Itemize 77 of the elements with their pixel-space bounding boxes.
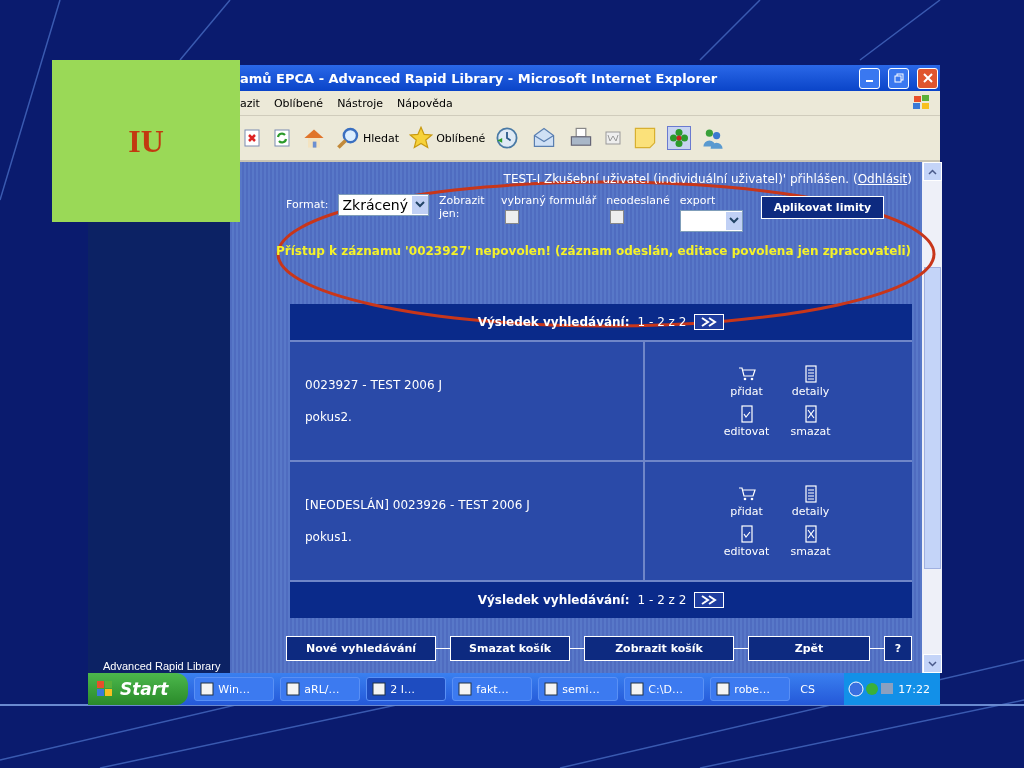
record-note: pokus2. bbox=[305, 410, 353, 424]
taskbar-button[interactable]: semi… bbox=[538, 677, 619, 701]
action-link[interactable]: smazat bbox=[790, 425, 831, 438]
format-dropdown[interactable]: Zkrácený bbox=[338, 194, 429, 216]
double-arrow-icon bbox=[700, 317, 719, 327]
taskbar-button[interactable]: robe… bbox=[710, 677, 791, 701]
action-link[interactable]: přidat bbox=[730, 385, 763, 398]
window-icon bbox=[372, 682, 387, 696]
action-button[interactable]: Zobrazit košík bbox=[584, 636, 734, 661]
action-link[interactable]: smazat bbox=[790, 545, 831, 558]
result-range: 1 - 2 z 2 bbox=[637, 593, 687, 607]
toolbar-button[interactable]: Hledat bbox=[336, 126, 400, 150]
action-link[interactable]: detaily bbox=[791, 505, 830, 518]
scroll-up-icon bbox=[927, 168, 937, 175]
toolbar-button[interactable]: Oblíbené bbox=[409, 126, 486, 150]
action-link[interactable]: detaily bbox=[791, 385, 830, 398]
windows-flag-icon bbox=[96, 680, 114, 698]
window-title: amů EPCA - Advanced Rapid Library - Microsoft Internet Explorer bbox=[240, 70, 719, 86]
menu-item[interactable]: Oblíbené bbox=[273, 96, 324, 110]
window-icon bbox=[716, 682, 731, 696]
result-label: Výsledek vyhledávání: bbox=[477, 593, 630, 607]
minimize-button[interactable] bbox=[859, 67, 880, 89]
flower-icon[interactable] bbox=[669, 128, 690, 148]
action-button[interactable]: Zpět bbox=[748, 636, 870, 661]
record-title: [NEODESLÁN] 0023926 - TEST 2006 J bbox=[305, 498, 531, 512]
windows-flag-icon bbox=[912, 94, 932, 112]
scrollbar[interactable] bbox=[922, 162, 942, 673]
apply-limits-button[interactable]: Aplikovat limity bbox=[760, 196, 885, 219]
show-label: Zobrazit jen: bbox=[439, 194, 486, 220]
next-page-button[interactable] bbox=[694, 592, 725, 608]
taskbar-button[interactable]: 2 I… bbox=[366, 677, 447, 701]
minimize-icon bbox=[866, 80, 873, 82]
checkbox[interactable] bbox=[505, 210, 519, 224]
menu-item[interactable]: Nápověda bbox=[397, 96, 453, 110]
record-title: 0023927 - TEST 2006 J bbox=[305, 378, 443, 392]
menu-item[interactable]: Nástroje bbox=[337, 96, 383, 110]
clock: 17:22 bbox=[898, 682, 930, 696]
close-button[interactable] bbox=[917, 67, 938, 89]
checkbox[interactable] bbox=[610, 210, 625, 224]
stop-icon[interactable] bbox=[242, 128, 262, 148]
history-icon[interactable] bbox=[495, 126, 520, 150]
search-icon[interactable] bbox=[336, 126, 360, 150]
action-button[interactable]: Nové vyhledávání bbox=[286, 636, 436, 661]
checkbox-label: vybraný formulář bbox=[501, 194, 597, 207]
action-link[interactable]: editovat bbox=[723, 545, 770, 558]
menu-item[interactable]: azit bbox=[240, 96, 260, 110]
taskbar-button[interactable]: aRL/… bbox=[280, 677, 361, 701]
logout-link[interactable]: Odhlásit bbox=[857, 172, 908, 186]
action-button[interactable]: Smazat košík bbox=[450, 636, 570, 661]
star-icon[interactable] bbox=[409, 126, 434, 150]
refresh-icon[interactable] bbox=[272, 128, 292, 148]
restore-button[interactable] bbox=[888, 67, 909, 89]
window-icon bbox=[630, 682, 645, 696]
checkbox-label: neodeslané bbox=[606, 194, 670, 207]
language-indicator[interactable]: CS bbox=[800, 682, 816, 696]
taskbar-button[interactable]: Win… bbox=[194, 677, 275, 701]
export-label: export bbox=[679, 194, 717, 207]
double-arrow-icon bbox=[700, 595, 719, 605]
action-link[interactable]: přidat bbox=[730, 505, 763, 518]
slide-label: IU bbox=[128, 122, 164, 160]
taskbar-button[interactable]: C:\D… bbox=[624, 677, 705, 701]
window-icon bbox=[458, 682, 473, 696]
sidebar-footer: Advanced Rapid Library bbox=[88, 660, 230, 673]
next-page-button[interactable] bbox=[694, 314, 725, 330]
restore-icon bbox=[893, 73, 904, 83]
scroll-down-icon bbox=[927, 660, 937, 667]
window-icon bbox=[200, 682, 215, 696]
record-note: pokus1. bbox=[305, 530, 353, 544]
tray-icons-drawing[interactable] bbox=[848, 680, 895, 698]
window-icon bbox=[286, 682, 301, 696]
taskbar-button[interactable]: fakt… bbox=[452, 677, 533, 701]
format-label: Format: bbox=[286, 198, 329, 211]
action-link[interactable]: editovat bbox=[723, 425, 770, 438]
close-icon bbox=[922, 73, 933, 83]
action-button[interactable]: ? bbox=[884, 636, 912, 661]
window-icon bbox=[544, 682, 559, 696]
export-dropdown[interactable] bbox=[679, 210, 743, 232]
